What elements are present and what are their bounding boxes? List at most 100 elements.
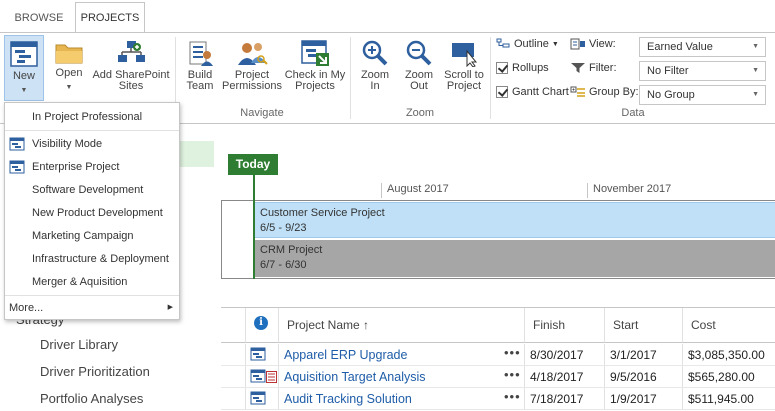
grid-row-icons xyxy=(246,366,279,388)
more-options-icon[interactable]: ••• xyxy=(504,389,521,404)
grid-row-icons xyxy=(246,344,279,366)
menu-item-new-product-development[interactable]: New Product Development xyxy=(5,202,179,224)
more-options-icon[interactable]: ••• xyxy=(504,345,521,360)
new-project-icon xyxy=(10,41,38,67)
project-template-icon xyxy=(9,137,25,151)
menu-item-visibility-mode[interactable]: Visibility Mode xyxy=(5,133,179,155)
group-label-data: Data xyxy=(621,107,645,119)
new-button[interactable]: New ▼ xyxy=(4,35,44,101)
add-sharepoint-sites-button[interactable]: Add SharePoint Sites xyxy=(92,39,170,103)
menu-item-label: New Product Development xyxy=(32,207,163,219)
project-template-icon xyxy=(9,160,25,174)
ribbon-tab-strip: BROWSE PROJECTS xyxy=(0,0,775,33)
project-permissions-button[interactable]: Project Permissions xyxy=(222,39,282,103)
grid-row-selector[interactable] xyxy=(221,344,246,366)
list-indicator-icon xyxy=(266,371,278,383)
open-button[interactable]: Open ▼ xyxy=(50,39,88,103)
outline-button[interactable]: Outline ▼ xyxy=(496,38,559,50)
menu-item-infrastructure-deployment[interactable]: Infrastructure & Deployment xyxy=(5,248,179,270)
grid-cell-project-name[interactable]: Aquisition Target Analysis xyxy=(279,366,525,388)
check-in-label-2: Projects xyxy=(295,80,335,92)
group-by-select-value: No Group xyxy=(647,89,695,101)
grid-cell-project-name[interactable]: Apparel ERP Upgrade xyxy=(279,344,525,366)
zoom-out-icon xyxy=(406,40,432,66)
zoom-out-label-2: Out xyxy=(410,80,428,92)
grid-row-selector[interactable] xyxy=(221,366,246,388)
scroll-to-project-button[interactable]: Scroll to Project xyxy=(442,39,486,103)
zoom-out-button[interactable]: Zoom Out xyxy=(400,39,438,103)
menu-item-in-project-professional[interactable]: In Project Professional xyxy=(5,106,179,128)
view-select[interactable]: Earned Value ▼ xyxy=(639,37,766,57)
group-label-navigate: Navigate xyxy=(240,107,284,119)
grid-cell-project-name[interactable]: Audit Tracking Solution xyxy=(279,388,525,410)
grid-header-cost[interactable]: Cost xyxy=(683,308,775,343)
timeline-bar-crm-project[interactable]: CRM Project 6/7 - 6/30 xyxy=(255,240,775,277)
grid-header-project-name[interactable]: Project Name ↑ xyxy=(279,308,525,343)
project-name-link[interactable]: Audit Tracking Solution xyxy=(284,392,412,406)
menu-item-marketing-campaign[interactable]: Marketing Campaign xyxy=(5,225,179,247)
view-select-value: Earned Value xyxy=(647,41,713,53)
new-button-label: New xyxy=(12,70,35,82)
menu-item-more[interactable]: More... ▶ xyxy=(5,297,179,319)
outline-icon xyxy=(496,38,510,48)
project-name-link[interactable]: Aquisition Target Analysis xyxy=(284,370,426,384)
zoom-in-icon xyxy=(362,40,388,66)
grid-row-selector[interactable] xyxy=(221,388,246,410)
filter-select-value: No Filter xyxy=(647,65,689,77)
today-marker: Today xyxy=(228,154,278,175)
sharepoint-sites-icon xyxy=(118,41,145,62)
grid-header-finish[interactable]: Finish xyxy=(525,308,605,343)
timeline-bar-dates: 6/7 - 6/30 xyxy=(260,259,307,271)
zoom-in-button[interactable]: Zoom In xyxy=(356,39,394,103)
nav-item-driver-library[interactable]: Driver Library xyxy=(40,337,118,352)
scroll-to-project-icon xyxy=(452,43,478,67)
rollups-checkbox[interactable]: Rollups xyxy=(496,62,549,74)
menu-item-label: Marketing Campaign xyxy=(32,230,134,242)
chevron-down-icon: ▼ xyxy=(752,91,759,98)
chevron-down-icon: ▼ xyxy=(752,67,759,74)
new-project-menu: In Project Professional Visibility Mode … xyxy=(4,102,180,320)
menu-item-label: Visibility Mode xyxy=(32,138,103,150)
menu-separator xyxy=(5,130,179,131)
group-by-label: Group By: xyxy=(589,86,639,98)
menu-item-software-development[interactable]: Software Development xyxy=(5,179,179,201)
build-team-button[interactable]: Build Team xyxy=(182,39,218,103)
project-name-link[interactable]: Apparel ERP Upgrade xyxy=(284,348,407,362)
grid-header-start[interactable]: Start xyxy=(605,308,683,343)
menu-item-label: More... xyxy=(9,302,44,314)
outline-label: Outline xyxy=(514,38,549,50)
filter-select[interactable]: No Filter ▼ xyxy=(639,61,766,81)
nav-item-portfolio-analyses[interactable]: Portfolio Analyses xyxy=(40,391,143,406)
menu-separator xyxy=(5,295,179,296)
chevron-down-icon: ▼ xyxy=(551,40,559,48)
view-label-group: View: xyxy=(570,38,616,50)
menu-item-merger-aquisition[interactable]: Merger & Aquisition xyxy=(5,271,179,293)
submenu-arrow-icon: ▶ xyxy=(167,304,173,311)
group-by-select[interactable]: No Group ▼ xyxy=(639,85,766,105)
menu-item-enterprise-project[interactable]: Enterprise Project xyxy=(5,156,179,178)
rollups-label: Rollups xyxy=(512,62,549,74)
tab-projects[interactable]: PROJECTS xyxy=(75,2,145,33)
gantt-chart-checkbox[interactable]: Gantt Chart xyxy=(496,86,569,98)
nav-item-driver-prioritization[interactable]: Driver Prioritization xyxy=(40,364,150,379)
chevron-down-icon: ▼ xyxy=(752,43,759,50)
group-label-zoom: Zoom xyxy=(405,107,435,119)
zoom-in-label-2: In xyxy=(370,80,380,92)
project-type-icon xyxy=(250,369,266,383)
check-in-my-projects-button[interactable]: Check in My Projects xyxy=(284,39,346,103)
info-icon[interactable]: i xyxy=(254,316,268,330)
timeline-bar-customer-service-project[interactable]: Customer Service Project 6/5 - 9/23 xyxy=(255,202,775,238)
project-permissions-label-2: Permissions xyxy=(222,80,282,92)
group-by-icon xyxy=(570,86,585,97)
more-options-icon[interactable]: ••• xyxy=(504,367,521,382)
grid-cell-finish: 8/30/2017 xyxy=(525,344,605,366)
grid-header-select[interactable] xyxy=(221,308,246,343)
filter-label: Filter: xyxy=(589,62,617,74)
grid-cell-cost: $565,280.00 xyxy=(683,366,775,388)
grid-cell-finish: 7/18/2017 xyxy=(525,388,605,410)
menu-item-label: In Project Professional xyxy=(32,111,143,123)
tab-browse[interactable]: BROWSE xyxy=(8,4,70,32)
menu-item-label: Enterprise Project xyxy=(32,161,120,173)
menu-item-label: Infrastructure & Deployment xyxy=(32,253,169,265)
filter-label-group: Filter: xyxy=(570,62,617,74)
